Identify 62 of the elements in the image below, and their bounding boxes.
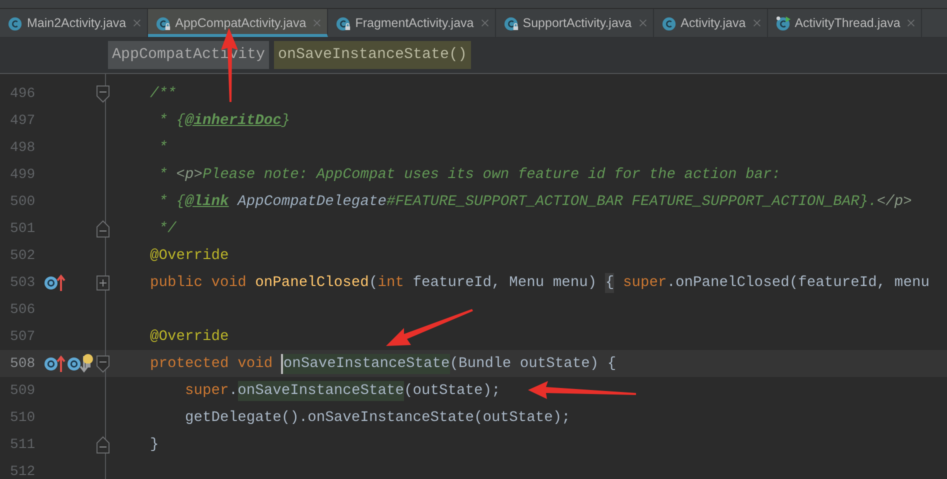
keyword: protected void xyxy=(150,354,274,374)
line-number: 503 xyxy=(9,274,36,290)
line-number: 501 xyxy=(9,220,36,236)
file-tab[interactable]: ActivityThread.java xyxy=(768,9,922,37)
file-tab[interactable]: AppCompatActivity.java xyxy=(148,9,328,37)
lightbulb-icon[interactable] xyxy=(82,352,94,368)
line-number: 496 xyxy=(9,86,36,102)
code-comment: /** xyxy=(150,84,176,104)
line-number: 507 xyxy=(9,328,36,344)
code-comment: */ xyxy=(158,220,176,238)
code-comment: #FEATURE_SUPPORT_ACTION_BAR FEATURE_SUPPORT_ACTION_BAR}. xyxy=(386,192,877,212)
keyword: int xyxy=(378,274,405,292)
code-comment: Please note: AppCompat uses its own feature id for the action bar: xyxy=(202,166,781,184)
folded-brace: { xyxy=(605,272,614,292)
code-text: getDelegate().onSaveInstanceState(outState); xyxy=(184,408,570,428)
code-text: .onPanelClosed(featureId, menu xyxy=(666,274,930,292)
keyword: super xyxy=(622,274,667,292)
doc-tag: @link xyxy=(185,192,229,212)
method-name: onPanelClosed xyxy=(255,274,369,292)
collapse-icon[interactable] xyxy=(96,220,110,238)
doc-tag: @inheritDoc xyxy=(185,110,282,130)
text-caret xyxy=(281,354,284,374)
collapse-icon[interactable] xyxy=(96,84,110,102)
html-tag: <p> xyxy=(176,164,203,184)
highlighted-identifier: onSaveInstanceState xyxy=(238,380,404,400)
html-tag: </p> xyxy=(876,192,912,212)
code-text: featureId, Menu menu) xyxy=(412,274,598,292)
file-tab[interactable]: SupportActivity.java xyxy=(496,9,654,37)
code-text: ( xyxy=(368,274,378,292)
line-number: 512 xyxy=(9,464,36,479)
code-text: (Bundle outState) { xyxy=(450,354,616,374)
line-number: 511 xyxy=(9,436,36,452)
expand-icon[interactable] xyxy=(96,274,110,292)
line-number: 499 xyxy=(9,166,36,182)
line-number: 500 xyxy=(9,194,36,210)
breadcrumb[interactable]: onSaveInstanceState() xyxy=(274,41,472,69)
keyword: super xyxy=(184,382,229,400)
code-comment: * { xyxy=(158,112,186,130)
line-number: 498 xyxy=(9,140,36,156)
code-comment: * { xyxy=(158,192,186,212)
line-number: 497 xyxy=(9,112,36,128)
code-comment: * xyxy=(158,166,169,184)
overriding-method-icon[interactable] xyxy=(44,354,66,372)
file-tab[interactable]: FragmentActivity.java xyxy=(328,9,496,37)
annotation: @Override xyxy=(150,246,229,266)
keyword: public void xyxy=(150,274,248,292)
code-text: } xyxy=(150,436,159,454)
code-text: . xyxy=(228,382,238,400)
line-number: 509 xyxy=(9,382,36,398)
code-text: (outState); xyxy=(404,382,500,400)
code-comment: } xyxy=(281,112,290,130)
annotation: @Override xyxy=(150,328,229,346)
line-number: 506 xyxy=(9,302,36,318)
line-number: 502 xyxy=(9,248,36,264)
line-number: 508 xyxy=(9,356,36,372)
line-number: 510 xyxy=(9,410,36,426)
collapse-icon[interactable] xyxy=(96,436,110,454)
file-tab[interactable]: Activity.java xyxy=(654,9,768,37)
collapse-icon[interactable] xyxy=(96,354,110,372)
overriding-method-icon[interactable] xyxy=(44,274,66,292)
code-comment: * xyxy=(158,138,168,158)
highlighted-identifier: onSaveInstanceState xyxy=(283,354,450,374)
